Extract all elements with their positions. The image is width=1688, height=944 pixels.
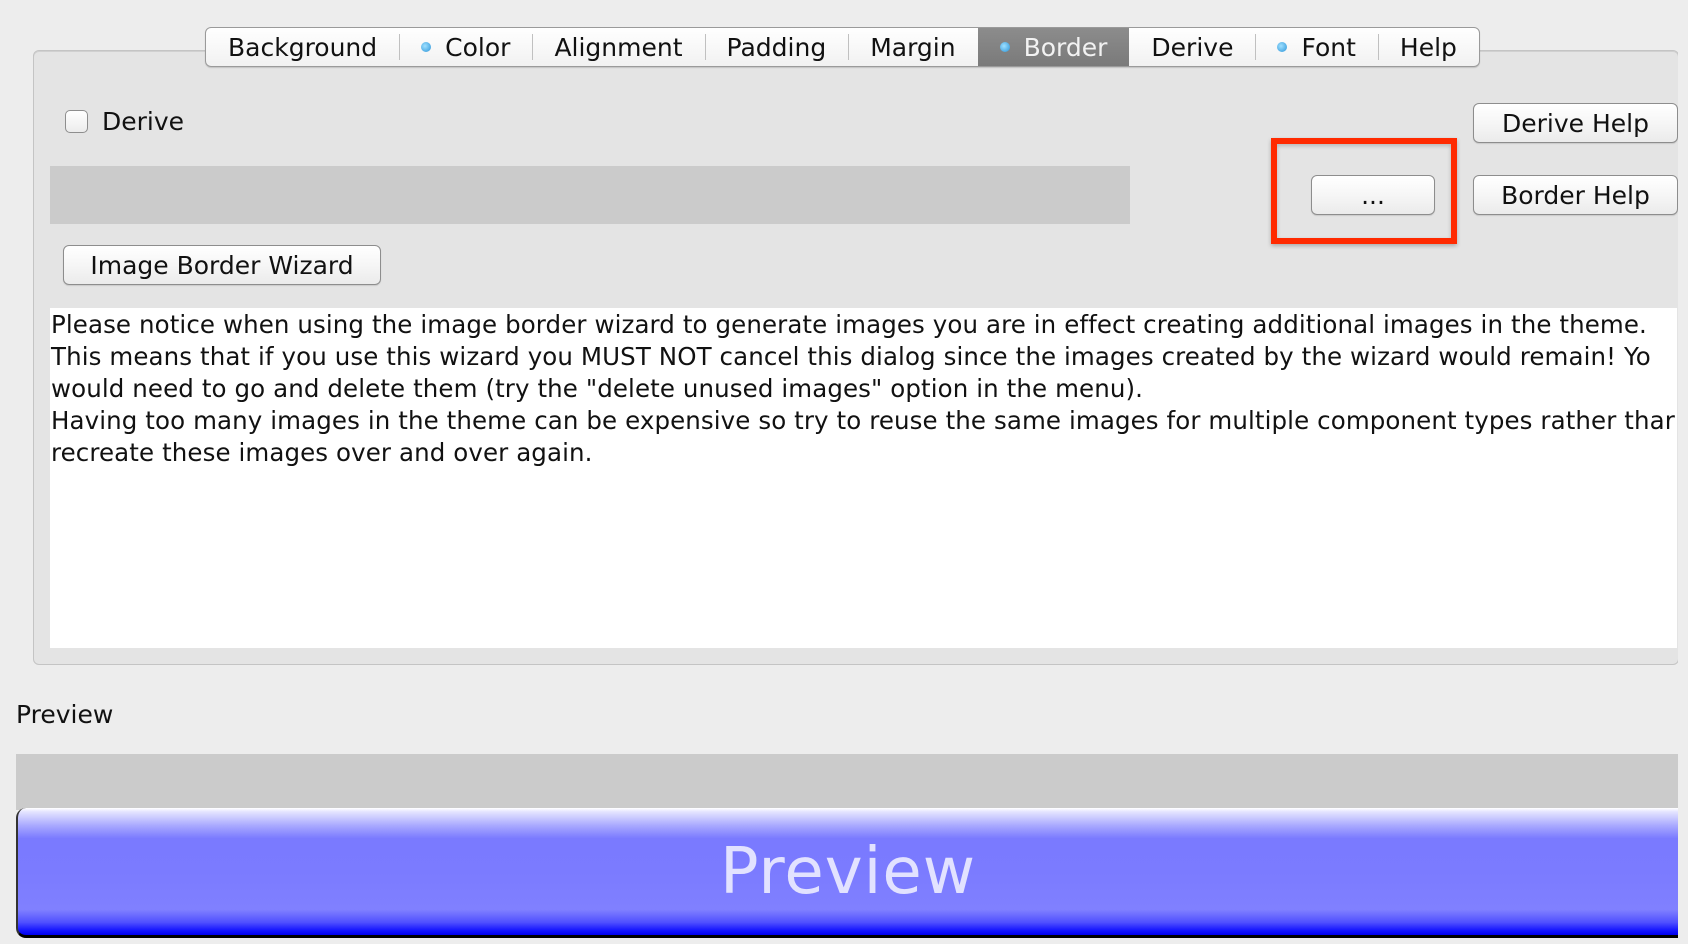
tab-label: Padding: [726, 32, 827, 62]
derive-help-button[interactable]: Derive Help: [1473, 103, 1678, 143]
tab-label: Help: [1399, 32, 1457, 62]
tab-background[interactable]: Background: [206, 28, 399, 66]
image-border-wizard-button[interactable]: Image Border Wizard: [63, 245, 381, 285]
modified-dot-icon: [1277, 42, 1288, 52]
preview-button[interactable]: Preview: [16, 808, 1678, 938]
wizard-notice-text: Please notice when using the image borde…: [50, 308, 1677, 648]
tab-label: Margin: [870, 32, 956, 62]
notice-line: recreate these images over and over agai…: [51, 438, 593, 467]
window-edge: [1678, 0, 1688, 944]
tab-border[interactable]: Border: [977, 28, 1130, 66]
derive-checkbox-label[interactable]: Derive: [102, 107, 184, 136]
tab-label: Background: [228, 32, 378, 62]
tab-label: Derive: [1151, 32, 1234, 62]
tab-font[interactable]: Font: [1255, 28, 1377, 66]
tab-color[interactable]: Color: [399, 28, 532, 66]
derive-checkbox-row: Derive: [65, 107, 184, 136]
preview-button-label: Preview: [719, 834, 977, 909]
derive-checkbox[interactable]: [65, 110, 88, 133]
tab-alignment[interactable]: Alignment: [532, 28, 704, 66]
tab-margin[interactable]: Margin: [848, 28, 977, 66]
tab-label: Font: [1301, 32, 1356, 62]
notice-line: Please notice when using the image borde…: [51, 310, 1647, 339]
notice-line: would need to go and delete them (try th…: [51, 374, 1144, 403]
notice-line: Having too many images in the theme can …: [51, 406, 1675, 435]
notice-line: This means that if you use this wizard y…: [51, 342, 1651, 371]
style-tabs: Background Color Alignment Padding Margi…: [205, 27, 1480, 67]
preview-background: [16, 754, 1678, 810]
edit-border-button[interactable]: ...: [1311, 175, 1435, 215]
tab-label: Color: [445, 32, 511, 62]
modified-dot-icon: [421, 42, 432, 52]
tab-help[interactable]: Help: [1377, 28, 1479, 66]
preview-section-label: Preview: [16, 700, 114, 729]
modified-dot-icon: [999, 42, 1010, 52]
tab-padding[interactable]: Padding: [704, 28, 849, 66]
border-help-button[interactable]: Border Help: [1473, 175, 1678, 215]
border-preview-swatch: [50, 166, 1130, 224]
tab-derive[interactable]: Derive: [1129, 28, 1255, 66]
tab-label: Alignment: [554, 32, 683, 62]
tab-label: Border: [1023, 32, 1108, 62]
